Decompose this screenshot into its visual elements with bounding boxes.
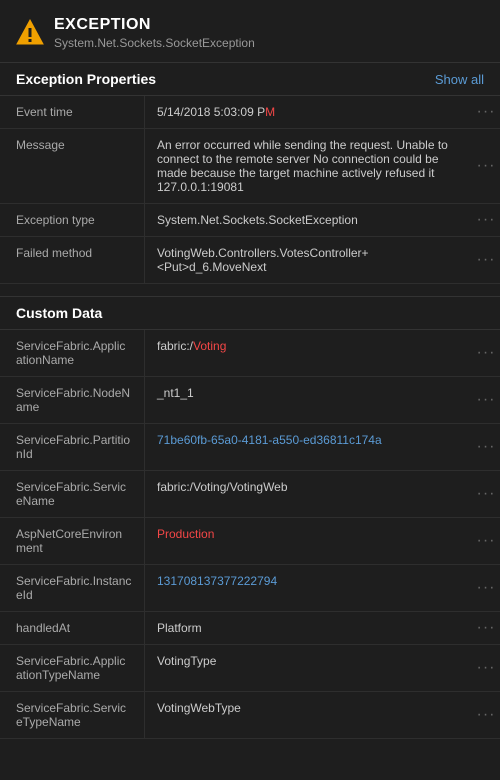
table-row: Event time 5/14/2018 5:03:09 PM ··· [0, 96, 500, 129]
custom-data-header: Custom Data [0, 296, 500, 330]
prop-value-aspnet-env: Production [145, 518, 472, 564]
custom-data-table: ServiceFabric.ApplicationName fabric:/Vo… [0, 330, 500, 739]
prop-value-partition-id: 71be60fb-65a0-4181-a550-ed36811c174a [145, 424, 472, 470]
prop-key-node-name: ServiceFabric.NodeName [0, 377, 145, 423]
show-all-link[interactable]: Show all [435, 72, 484, 87]
warning-icon [16, 18, 44, 46]
prop-key-event-time: Event time [0, 96, 145, 128]
prop-key-exception-type: Exception type [0, 204, 145, 236]
table-row: ServiceFabric.ApplicationTypeName Voting… [0, 645, 500, 692]
table-row: handledAt Platform ··· [0, 612, 500, 645]
prop-key-service-type-name: ServiceFabric.ServiceTypeName [0, 692, 145, 738]
prop-value-event-time: 5/14/2018 5:03:09 PM [145, 96, 472, 128]
prop-value-service-type-name: VotingWebType [145, 692, 472, 738]
table-row: ServiceFabric.ServiceName fabric:/Voting… [0, 471, 500, 518]
prop-value-exception-type: System.Net.Sockets.SocketException [145, 204, 472, 236]
prop-key-app-name: ServiceFabric.ApplicationName [0, 330, 145, 376]
table-row: AspNetCoreEnvironment Production ··· [0, 518, 500, 565]
custom-data-title: Custom Data [16, 305, 102, 321]
prop-key-partition-id: ServiceFabric.PartitionId [0, 424, 145, 470]
row-menu-message[interactable]: ··· [472, 129, 500, 203]
highlight-voting: Voting [193, 339, 226, 353]
exception-properties-title: Exception Properties [16, 71, 156, 87]
instance-id-link[interactable]: 131708137377222794 [157, 574, 277, 588]
row-menu-exception-type[interactable]: ··· [472, 204, 500, 236]
prop-key-app-type-name: ServiceFabric.ApplicationTypeName [0, 645, 145, 691]
exception-properties-table: Event time 5/14/2018 5:03:09 PM ··· Mess… [0, 96, 500, 284]
prop-key-instance-id: ServiceFabric.InstanceId [0, 565, 145, 611]
prop-value-instance-id: 131708137377222794 [145, 565, 472, 611]
exception-label: EXCEPTION [54, 16, 255, 34]
exception-properties-header: Exception Properties Show all [0, 62, 500, 96]
partition-id-link[interactable]: 71be60fb-65a0-4181-a550-ed36811c174a [157, 433, 382, 447]
row-menu-service-name[interactable]: ··· [472, 471, 500, 517]
highlight-m: M [265, 105, 275, 119]
table-row: Message An error occurred while sending … [0, 129, 500, 204]
exception-header: EXCEPTION System.Net.Sockets.SocketExcep… [0, 0, 500, 62]
row-menu-app-name[interactable]: ··· [472, 330, 500, 376]
prop-value-failed-method: VotingWeb.Controllers.VotesController+<P… [145, 237, 472, 283]
row-menu-aspnet-env[interactable]: ··· [472, 518, 500, 564]
prop-key-failed-method: Failed method [0, 237, 145, 283]
highlight-production: Production [157, 527, 214, 541]
exception-type-subheading: System.Net.Sockets.SocketException [54, 36, 255, 50]
row-menu-partition-id[interactable]: ··· [472, 424, 500, 470]
prop-value-node-name: _nt1_1 [145, 377, 472, 423]
row-menu-app-type-name[interactable]: ··· [472, 645, 500, 691]
prop-key-aspnet-env: AspNetCoreEnvironment [0, 518, 145, 564]
exception-title-block: EXCEPTION System.Net.Sockets.SocketExcep… [54, 16, 255, 50]
row-menu-instance-id[interactable]: ··· [472, 565, 500, 611]
table-row: ServiceFabric.ServiceTypeName VotingWebT… [0, 692, 500, 739]
table-row: ServiceFabric.NodeName _nt1_1 ··· [0, 377, 500, 424]
row-menu-node-name[interactable]: ··· [472, 377, 500, 423]
prop-key-service-name: ServiceFabric.ServiceName [0, 471, 145, 517]
table-row: ServiceFabric.PartitionId 71be60fb-65a0-… [0, 424, 500, 471]
prop-key-message: Message [0, 129, 145, 203]
prop-value-message: An error occurred while sending the requ… [145, 129, 472, 203]
prop-value-app-name: fabric:/Voting [145, 330, 472, 376]
row-menu-service-type-name[interactable]: ··· [472, 692, 500, 738]
prop-value-service-name: fabric:/Voting/VotingWeb [145, 471, 472, 517]
table-row: ServiceFabric.ApplicationName fabric:/Vo… [0, 330, 500, 377]
prop-value-handled-at: Platform [145, 612, 472, 644]
table-row: ServiceFabric.InstanceId 131708137377222… [0, 565, 500, 612]
row-menu-event-time[interactable]: ··· [472, 96, 500, 128]
row-menu-handled-at[interactable]: ··· [472, 612, 500, 644]
table-row: Failed method VotingWeb.Controllers.Vote… [0, 237, 500, 284]
prop-key-handled-at: handledAt [0, 612, 145, 644]
table-row: Exception type System.Net.Sockets.Socket… [0, 204, 500, 237]
prop-value-app-type-name: VotingType [145, 645, 472, 691]
row-menu-failed-method[interactable]: ··· [472, 237, 500, 283]
